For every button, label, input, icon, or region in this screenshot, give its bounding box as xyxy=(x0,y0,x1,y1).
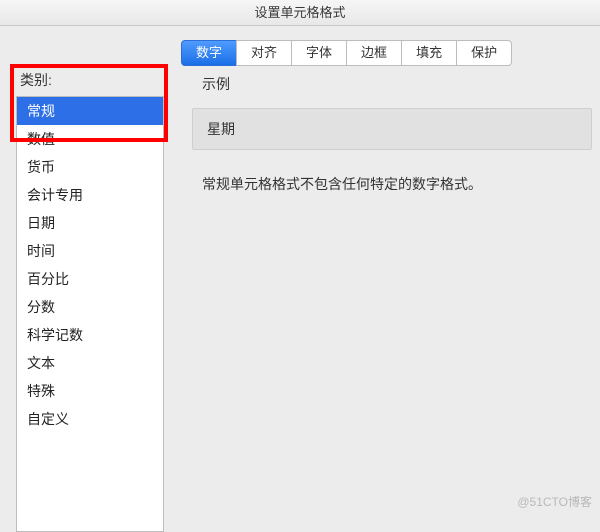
tab-alignment[interactable]: 对齐 xyxy=(236,40,292,66)
preview-panel: 示例 星期 常规单元格格式不包含任何特定的数字格式。 xyxy=(192,74,584,194)
category-item-currency[interactable]: 货币 xyxy=(17,153,163,181)
category-item-date[interactable]: 日期 xyxy=(17,209,163,237)
window-titlebar: 设置单元格格式 xyxy=(0,0,600,26)
category-item-general[interactable]: 常规 xyxy=(17,97,163,125)
example-value-box: 星期 xyxy=(192,108,592,150)
category-item-number[interactable]: 数值 xyxy=(17,125,163,153)
tab-border[interactable]: 边框 xyxy=(346,40,402,66)
category-item-special[interactable]: 特殊 xyxy=(17,377,163,405)
example-value: 星期 xyxy=(207,121,235,137)
category-item-scientific[interactable]: 科学记数 xyxy=(17,321,163,349)
category-item-accounting[interactable]: 会计专用 xyxy=(17,181,163,209)
tab-font[interactable]: 字体 xyxy=(291,40,347,66)
category-item-percentage[interactable]: 百分比 xyxy=(17,265,163,293)
category-item-custom[interactable]: 自定义 xyxy=(17,405,163,433)
format-tabs: 数字 对齐 字体 边框 填充 保护 xyxy=(181,40,584,66)
format-description: 常规单元格格式不包含任何特定的数字格式。 xyxy=(202,174,584,194)
category-panel: 类别: 常规 数值 货币 会计专用 日期 时间 百分比 分数 科学记数 文本 特… xyxy=(16,70,164,532)
example-label: 示例 xyxy=(202,74,584,94)
tab-protection[interactable]: 保护 xyxy=(456,40,512,66)
tab-fill[interactable]: 填充 xyxy=(401,40,457,66)
watermark: @51CTO博客 xyxy=(517,493,592,510)
category-item-text[interactable]: 文本 xyxy=(17,349,163,377)
category-item-time[interactable]: 时间 xyxy=(17,237,163,265)
dialog-content: 数字 对齐 字体 边框 填充 保护 类别: 常规 数值 货币 会计专用 日期 时… xyxy=(0,26,600,208)
category-list[interactable]: 常规 数值 货币 会计专用 日期 时间 百分比 分数 科学记数 文本 特殊 自定… xyxy=(16,96,164,532)
category-item-fraction[interactable]: 分数 xyxy=(17,293,163,321)
window-title: 设置单元格格式 xyxy=(254,5,345,20)
category-label: 类别: xyxy=(16,70,164,90)
tab-number[interactable]: 数字 xyxy=(181,40,237,66)
